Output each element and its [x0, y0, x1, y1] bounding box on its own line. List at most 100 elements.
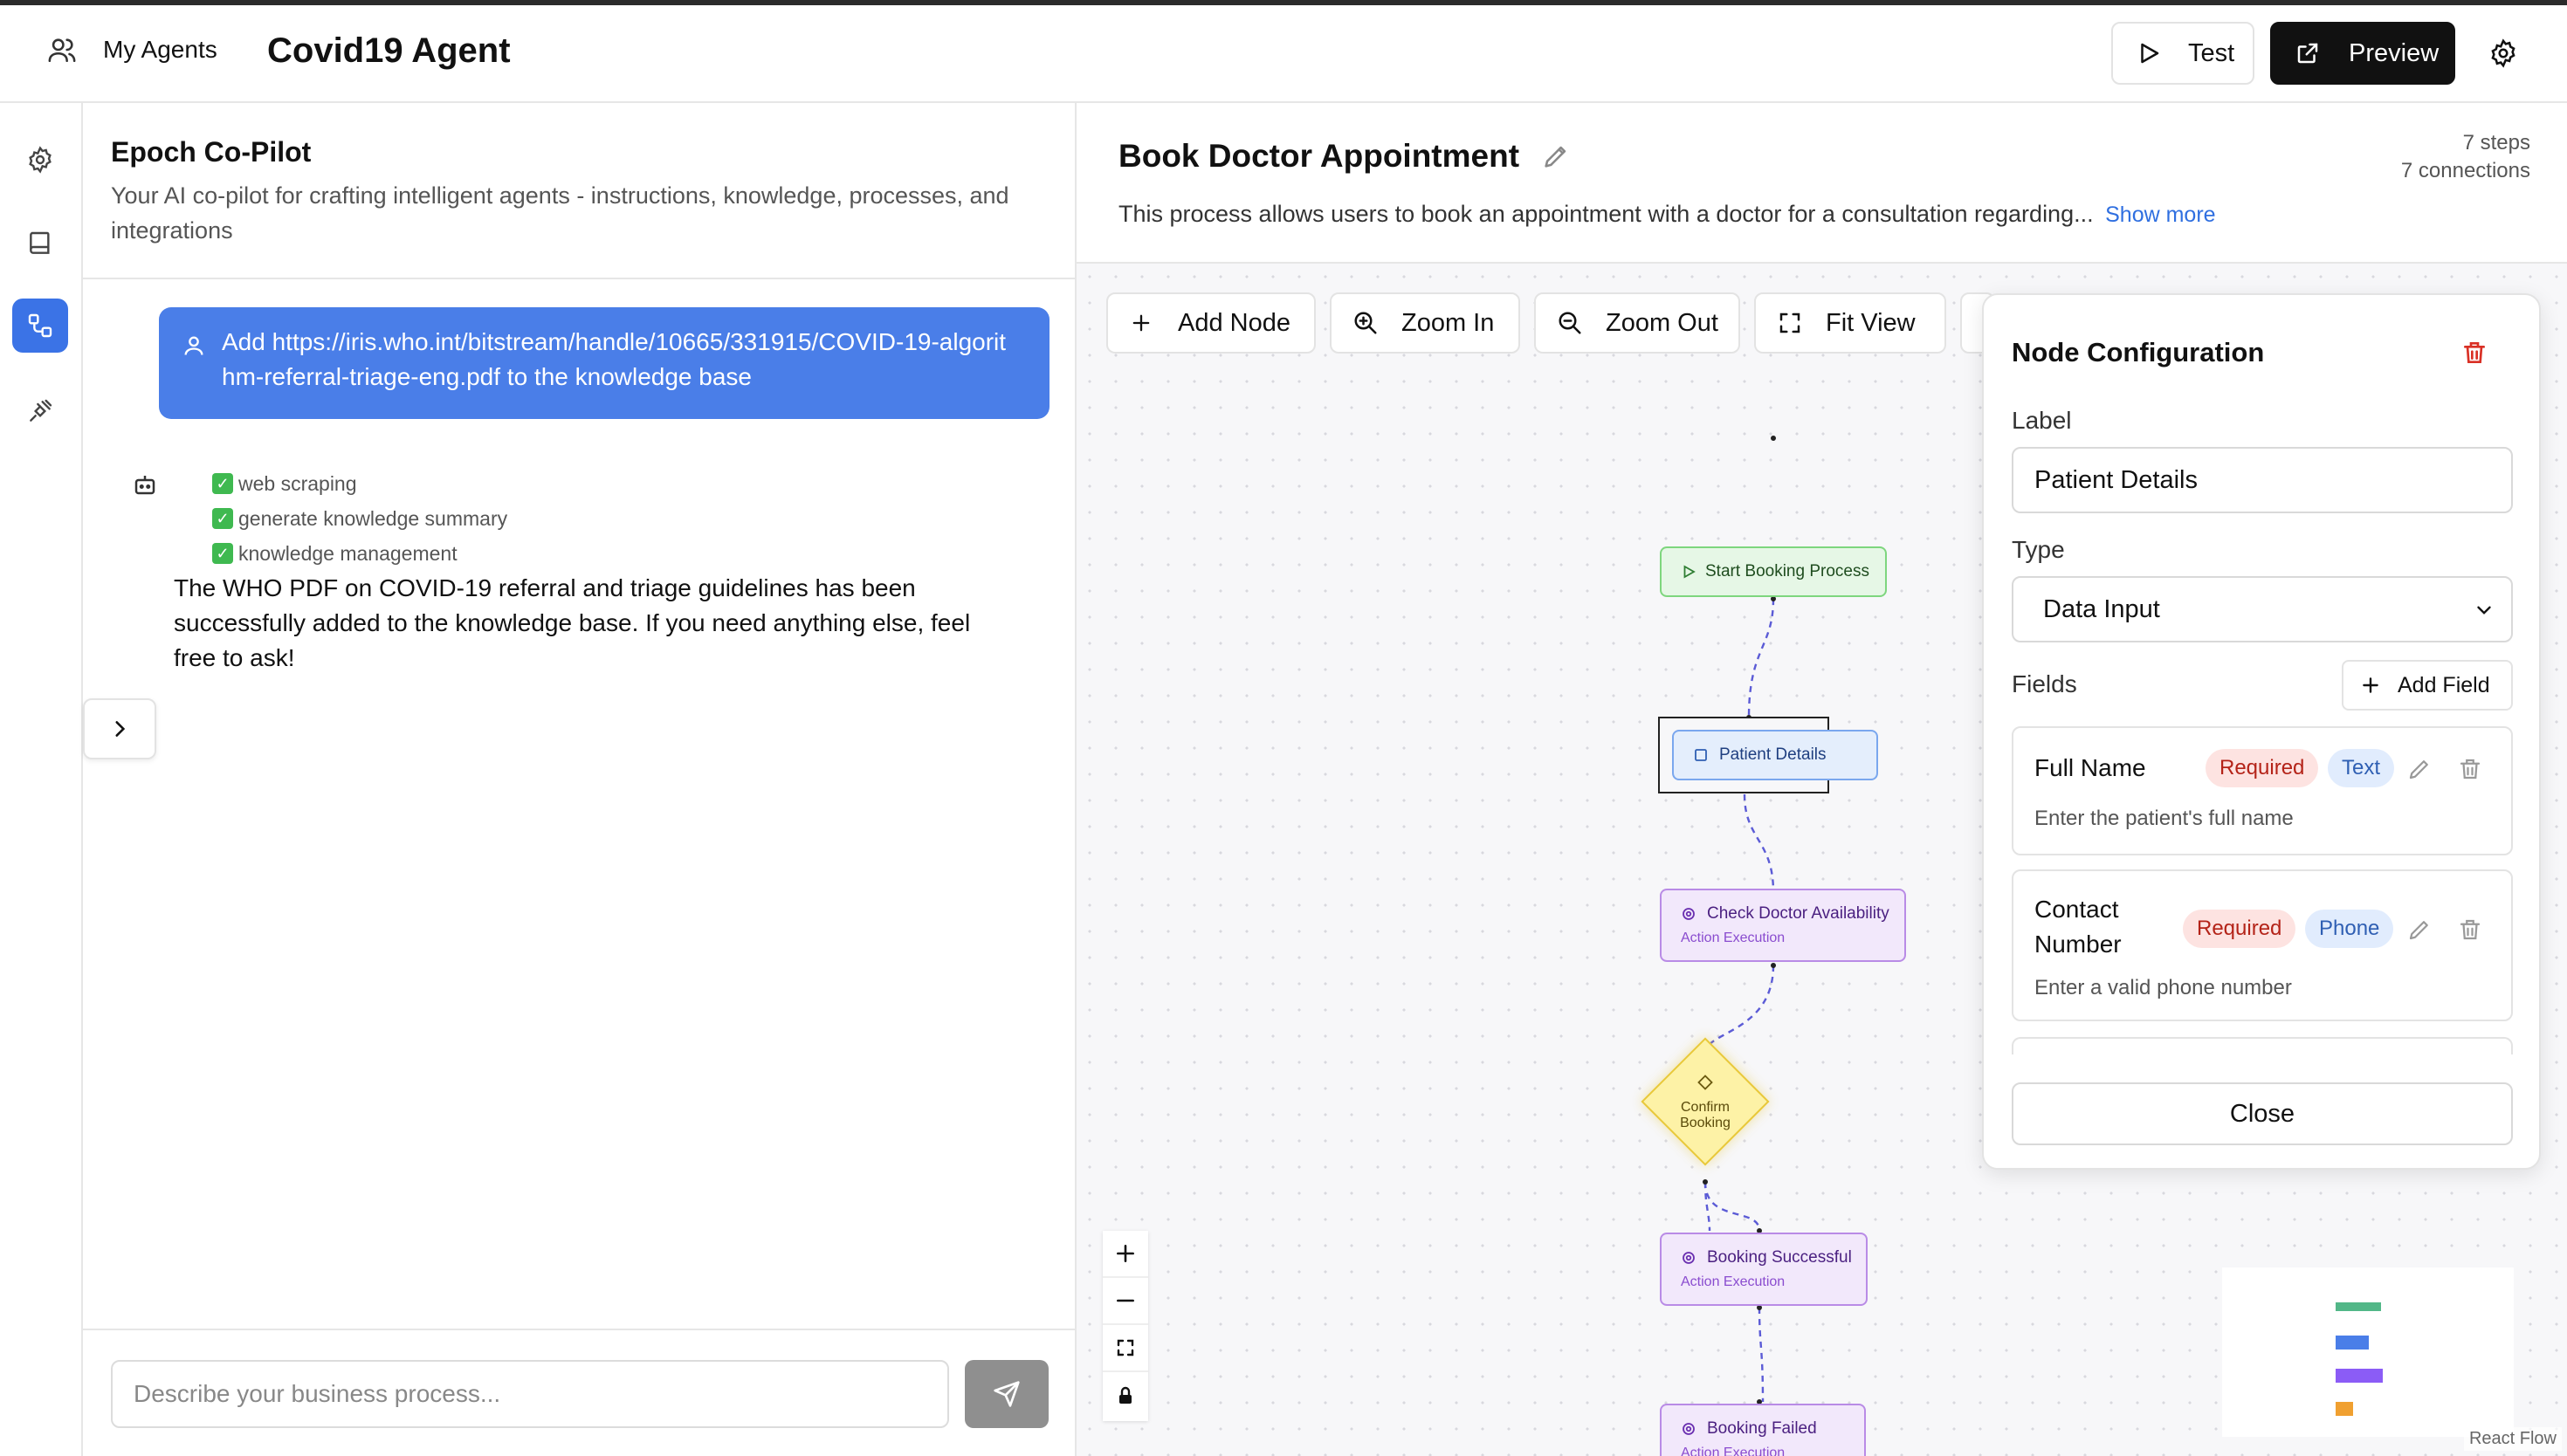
- node-check-label: Check Doctor Availability: [1707, 904, 1889, 923]
- fit-view-icon: [1115, 1337, 1136, 1358]
- tool-step: ✓ knowledge management: [212, 536, 507, 571]
- minimap-node: [2336, 1302, 2381, 1311]
- show-more-link[interactable]: Show more: [2105, 203, 2215, 227]
- tool-step: ✓ web scraping: [212, 466, 507, 501]
- type-select-value: Data Input: [2043, 594, 2160, 623]
- chevron-down-icon: [2473, 599, 2495, 622]
- add-node-button[interactable]: Add Node: [1106, 292, 1316, 354]
- external-link-icon: [2295, 40, 2321, 66]
- left-rail: [0, 103, 83, 1456]
- chevron-right-icon: [108, 718, 131, 740]
- field-hint: Enter the patient's full name: [2034, 807, 2294, 830]
- zoom-out-button[interactable]: Zoom Out: [1534, 292, 1740, 354]
- plus-icon: [2359, 674, 2382, 697]
- delete-field-trash-icon[interactable]: [2457, 756, 2483, 782]
- type-field-label: Type: [2012, 536, 2065, 563]
- fit-view-icon: [1777, 310, 1803, 336]
- bot-icon: [132, 471, 158, 498]
- send-button[interactable]: [965, 1360, 1049, 1428]
- rail-integrations-button[interactable]: [12, 384, 68, 438]
- check-icon: ✓: [212, 508, 233, 529]
- test-button[interactable]: Test: [2111, 22, 2254, 85]
- type-select[interactable]: Data Input: [2012, 576, 2513, 642]
- label-input[interactable]: Patient Details: [2012, 447, 2513, 513]
- agent-title: Covid19 Agent: [267, 31, 511, 70]
- my-agents-link[interactable]: My Agents: [47, 35, 217, 65]
- add-field-label: Add Field: [2398, 672, 2490, 697]
- node-booking-failed[interactable]: Booking Failed Action Execution: [1660, 1404, 1866, 1456]
- diamond-icon: [1696, 1074, 1714, 1091]
- copilot-panel: Epoch Co-Pilot Your AI co-pilot for craf…: [83, 103, 1077, 1456]
- control-fit-view[interactable]: [1103, 1325, 1148, 1372]
- play-icon: [1681, 564, 1696, 580]
- plus-icon: [1114, 1242, 1137, 1265]
- workflow-icon: [26, 312, 54, 340]
- react-flow-attribution[interactable]: React Flow: [2463, 1427, 2562, 1451]
- close-label: Close: [2229, 1099, 2295, 1128]
- node-success-subtitle: Action Execution: [1681, 1274, 1786, 1289]
- node-failed-subtitle: Action Execution: [1681, 1446, 1786, 1456]
- my-agents-label: My Agents: [103, 36, 217, 63]
- zoom-in-button[interactable]: Zoom In: [1330, 292, 1520, 354]
- node-check-availability[interactable]: Check Doctor Availability Action Executi…: [1660, 889, 1906, 962]
- connections-count: 7 connections: [2400, 159, 2530, 182]
- node-confirm-label: Confirm Booking: [1680, 1100, 1731, 1130]
- node-patient-details[interactable]: Patient Details: [1672, 730, 1878, 780]
- zoom-in-icon: [1352, 310, 1379, 336]
- rail-settings-button[interactable]: [12, 133, 68, 187]
- book-icon: [26, 230, 54, 258]
- rail-knowledge-button[interactable]: [12, 216, 68, 271]
- control-zoom-in[interactable]: [1103, 1231, 1148, 1278]
- settings-gear-icon[interactable]: [2488, 38, 2518, 68]
- control-zoom-out[interactable]: [1103, 1278, 1148, 1325]
- tool-step: ✓ generate knowledge summary: [212, 501, 507, 536]
- edit-field-pencil-icon[interactable]: [2406, 756, 2433, 782]
- edit-title-pencil-icon[interactable]: [1541, 141, 1571, 171]
- tool-steps: ✓ web scraping ✓ generate knowledge summar…: [212, 466, 507, 571]
- preview-label: Preview: [2349, 38, 2440, 67]
- field-card-contact-number[interactable]: Contact Number Required Phone Enter a va…: [2012, 869, 2513, 1021]
- lock-icon: [1115, 1385, 1136, 1406]
- process-title: Book Doctor Appointment: [1118, 138, 1520, 174]
- required-badge: Required: [2206, 749, 2319, 787]
- node-configuration-panel: Node Configuration Label Patient Details…: [1982, 293, 2541, 1170]
- node-start[interactable]: Start Booking Process: [1660, 546, 1887, 597]
- node-check-subtitle: Action Execution: [1681, 931, 1786, 945]
- user-icon: [182, 333, 206, 358]
- zoom-in-label: Zoom In: [1401, 308, 1495, 337]
- user-message-bubble: Add https://iris.who.int/bitstream/handl…: [159, 307, 1050, 419]
- close-button[interactable]: Close: [2012, 1082, 2513, 1145]
- add-field-button[interactable]: Add Field: [2342, 660, 2513, 711]
- delete-field-trash-icon[interactable]: [2457, 917, 2483, 943]
- edit-field-pencil-icon[interactable]: [2406, 917, 2433, 943]
- config-title: Node Configuration: [2012, 337, 2265, 367]
- chat-input-divider: [83, 1329, 1077, 1330]
- field-name: Full Name: [2034, 754, 2146, 781]
- rail-processes-button[interactable]: [12, 299, 68, 353]
- node-booking-successful[interactable]: Booking Successful Action Execution: [1660, 1233, 1868, 1306]
- fit-view-label: Fit View: [1826, 308, 1916, 337]
- plug-icon: [26, 397, 54, 425]
- preview-button[interactable]: Preview: [2270, 22, 2455, 85]
- square-icon: [1693, 747, 1709, 763]
- fit-view-button[interactable]: Fit View: [1754, 292, 1946, 354]
- zoom-controls: [1103, 1231, 1148, 1421]
- copilot-title: Epoch Co-Pilot: [111, 136, 312, 168]
- node-success-label: Booking Successful: [1707, 1248, 1852, 1267]
- minimap[interactable]: [2222, 1267, 2514, 1437]
- delete-node-trash-icon[interactable]: [2460, 339, 2488, 367]
- gear-icon: [26, 146, 54, 174]
- chat-input[interactable]: Describe your business process...: [111, 1360, 949, 1428]
- test-label: Test: [2188, 38, 2235, 67]
- process-description: This process allows users to book an app…: [1118, 201, 2216, 228]
- field-card-full-name[interactable]: Full Name Required Text Enter the patien…: [2012, 726, 2513, 855]
- bot-reply-text: The WHO PDF on COVID-19 referral and tri…: [174, 574, 971, 671]
- collapse-toggle-button[interactable]: [83, 698, 156, 759]
- minimap-node: [2336, 1402, 2353, 1416]
- label-input-value: Patient Details: [2034, 465, 2198, 494]
- control-lock[interactable]: [1103, 1372, 1148, 1419]
- minimap-node: [2336, 1369, 2383, 1383]
- label-field-label: Label: [2012, 407, 2072, 434]
- field-name: Contact Number: [2034, 896, 2122, 958]
- copilot-subtitle: Your AI co-pilot for crafting intelligen…: [111, 182, 1009, 244]
